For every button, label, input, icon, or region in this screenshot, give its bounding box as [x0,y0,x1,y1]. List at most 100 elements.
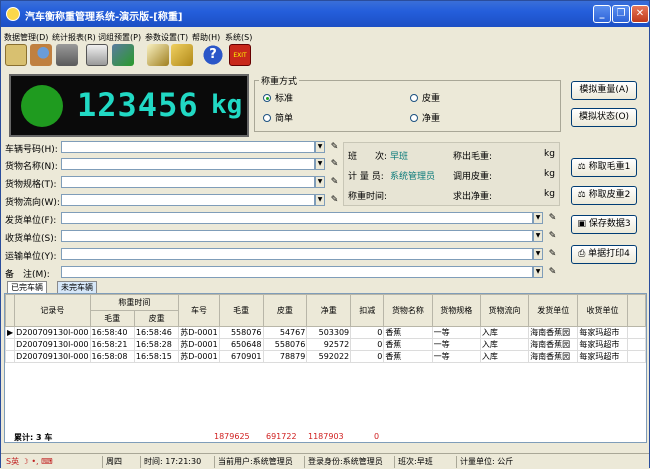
goods-spec-input[interactable] [61,176,315,188]
ime-toolbar-icon: ☽ •, ⌨ [21,457,53,466]
keys-icon[interactable] [171,44,193,66]
menu-data-manage[interactable]: 数据管理(D) [4,32,48,43]
col-header[interactable]: 称重时间 [89,294,180,311]
chevron-down-icon[interactable]: ▼ [533,212,543,224]
capture-tare-button[interactable]: ⚖ 称取皮重2 [571,186,637,205]
table-row[interactable]: D200709130l-000 16:58:08 16:58:15 苏D-000… [5,350,646,363]
table-row[interactable]: ▶ D200709130l-000 16:58:40 16:58:46 苏D-0… [5,326,646,339]
col-header[interactable]: 发货单位 [528,294,579,327]
search-person-icon[interactable] [30,44,52,66]
col-header[interactable]: 货物规格 [431,294,481,327]
data-manage-icon[interactable] [5,44,27,66]
goods-flow-input[interactable] [61,194,315,206]
cell: 16:58:40 [89,326,135,339]
transport-input[interactable] [61,248,533,260]
edit-list-icon[interactable]: ✎ [329,159,340,170]
col-header-overflow [626,294,646,327]
chevron-down-icon[interactable]: ▼ [315,158,325,170]
simulate-weight-button[interactable]: 模拟重量(A) [571,81,637,100]
minimize-button[interactable]: _ [593,5,611,23]
col-header[interactable]: 皮重 [133,310,180,327]
chevron-down-icon[interactable]: ▼ [315,141,325,153]
col-header[interactable]: 车号 [178,294,220,327]
cell: 650648 [218,338,264,351]
total-gross: 1879625 [214,432,250,441]
operator-value: 系统管理员 [390,172,436,182]
weight-display: 123456 kg [9,74,249,137]
menu-reports[interactable]: 统计报表(R) [52,32,96,43]
cell: D200709130l-000 [14,338,91,351]
status-bar: S英 ☽ •, ⌨ 周四 时间: 17:21:30 当前用户:系统管理员 登录身… [1,453,649,469]
export-icon[interactable] [112,44,134,66]
vehicle-number-input[interactable] [61,141,315,153]
cell: D200709130l-000 [14,326,91,339]
mode-simple-radio[interactable]: 简单 [263,111,293,124]
cell: 54767 [262,326,308,339]
remark-input[interactable] [61,266,533,278]
edit-list-icon[interactable]: ✎ [329,195,340,206]
records-table: 记录号 称重时间 车号 毛重 皮重 净重 扣减 货物名称 货物规格 货物流向 发… [4,293,647,443]
cell: 0 [350,326,385,339]
col-header[interactable]: 皮重 [262,294,308,327]
mode-standard-radio[interactable]: 标准 [263,91,293,104]
sender-input[interactable] [61,212,533,224]
col-header[interactable]: 货物流向 [479,294,530,327]
col-header[interactable]: 净重 [306,294,352,327]
cell: 16:58:21 [89,338,135,351]
chevron-down-icon[interactable]: ▼ [533,248,543,260]
settings-icon[interactable] [147,44,169,66]
col-header[interactable]: 记录号 [14,294,91,327]
exit-icon[interactable]: EXIT [229,44,251,66]
chevron-down-icon[interactable]: ▼ [533,266,543,278]
tab-incomplete[interactable]: 未完车辆 [57,281,97,293]
menu-phrases[interactable]: 词组预置(P) [98,32,141,43]
col-header[interactable]: 货物名称 [383,294,433,327]
cell: 16:58:15 [133,350,180,363]
tab-completed[interactable]: 已完车辆 [7,281,47,293]
chevron-down-icon[interactable]: ▼ [315,194,325,206]
goods-name-input[interactable] [61,158,315,170]
receiver-input[interactable] [61,230,533,242]
mode-tare-radio[interactable]: 皮重 [410,91,440,104]
ime-indicator[interactable]: S英 ☽ •, ⌨ [3,456,103,468]
menu-settings[interactable]: 参数设置(T) [145,32,188,43]
field-label: 车辆号码(H): [5,145,58,155]
print-ticket-button[interactable]: ⎙ 单据打印4 [571,245,637,264]
menu-system[interactable]: 系统(S) [225,32,252,43]
trash-icon[interactable] [56,44,78,66]
edit-list-icon[interactable]: ✎ [547,231,558,242]
gross-label: 称出毛重: [453,152,493,162]
chevron-down-icon[interactable]: ▼ [315,176,325,188]
print-icon[interactable] [86,44,108,66]
cell: 16:58:08 [89,350,135,363]
col-header[interactable]: 毛重 [218,294,264,327]
help-icon[interactable]: ? [202,44,224,66]
cell: 558076 [262,338,308,351]
edit-list-icon[interactable]: ✎ [547,267,558,278]
cell: 入库 [479,338,530,351]
ime-text: S英 [6,457,20,466]
table-row[interactable]: D200709130l-000 16:58:21 16:58:28 苏D-000… [5,338,646,351]
close-button[interactable]: ✕ [631,5,649,23]
mode-net-radio[interactable]: 净重 [410,111,440,124]
scale-icon: ⚖ [577,162,586,172]
edit-list-icon[interactable]: ✎ [547,249,558,260]
save-data-button[interactable]: ▣ 保存数据3 [571,215,637,234]
radio-icon [263,114,271,122]
col-header[interactable]: 扣减 [350,294,385,327]
toolbar: ? EXIT [1,44,261,68]
col-header[interactable]: 收货单位 [577,294,628,327]
total-count: 累计: 3 车 [14,433,53,442]
capture-gross-button[interactable]: ⚖ 称取毛重1 [571,158,637,177]
simulate-state-button[interactable]: 模拟状态(O) [571,108,637,127]
restore-button[interactable]: ❐ [612,5,630,23]
cell: 一等 [431,350,481,363]
edit-list-icon[interactable]: ✎ [329,177,340,188]
edit-list-icon[interactable]: ✎ [547,213,558,224]
menu-help[interactable]: 帮助(H) [192,32,220,43]
cell: 苏D-0001 [178,338,220,351]
col-header[interactable]: 毛重 [89,310,135,327]
chevron-down-icon[interactable]: ▼ [533,230,543,242]
edit-list-icon[interactable]: ✎ [329,142,340,153]
scale-icon: ⚖ [577,190,586,200]
